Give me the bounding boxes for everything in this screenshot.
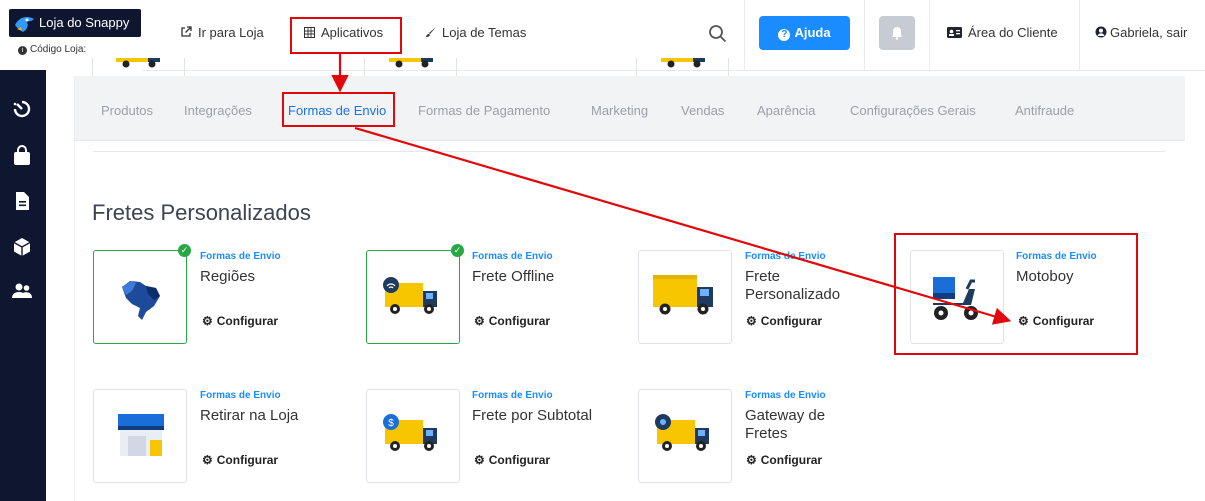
category-tabs: Produtos Integrações Formas de Envio For… bbox=[75, 76, 1185, 141]
highlight-box bbox=[894, 233, 1138, 355]
app-card-image[interactable]: $ bbox=[366, 389, 460, 483]
help-label: Ajuda bbox=[794, 25, 831, 40]
document-icon[interactable] bbox=[11, 190, 33, 212]
gear-icon: ⚙ bbox=[474, 314, 485, 328]
brush-icon bbox=[426, 27, 436, 37]
tab-produtos[interactable]: Produtos bbox=[101, 103, 153, 118]
storefront-icon bbox=[118, 414, 164, 456]
card-category: Formas de Envio bbox=[472, 390, 553, 401]
cube-icon[interactable] bbox=[11, 236, 33, 258]
notifications-button[interactable] bbox=[879, 16, 915, 50]
card-name: Regiões bbox=[200, 268, 256, 285]
card-name: Retirar na Loja bbox=[200, 407, 299, 424]
truck-icon bbox=[116, 58, 160, 68]
divider bbox=[93, 151, 1165, 152]
goto-store-link[interactable]: Ir para Loja bbox=[180, 25, 264, 40]
app-card-image[interactable] bbox=[638, 250, 732, 344]
enabled-check-icon: ✓ bbox=[451, 244, 464, 257]
gear-icon: ⚙ bbox=[474, 453, 485, 467]
gear-icon: ⚙ bbox=[202, 314, 213, 328]
tab-marketing[interactable]: Marketing bbox=[591, 103, 648, 118]
app-card-image[interactable] bbox=[366, 250, 460, 344]
card-category: Formas de Envio bbox=[200, 251, 281, 262]
tab-integracoes[interactable]: Integrações bbox=[184, 103, 252, 118]
user-label: Gabriela, sair bbox=[1110, 25, 1188, 40]
store-code: i Código Loja: bbox=[18, 44, 86, 55]
brand-name: Loja do Snappy bbox=[39, 15, 130, 30]
bell-icon bbox=[892, 27, 902, 40]
gear-icon: ⚙ bbox=[746, 314, 757, 328]
help-icon: ? bbox=[778, 29, 791, 41]
card-name: Gateway de Fretes bbox=[745, 407, 826, 442]
configure-button[interactable]: ⚙ Configurar bbox=[202, 453, 278, 467]
configure-button[interactable]: ⚙ Configurar bbox=[202, 314, 278, 328]
users-icon[interactable] bbox=[11, 280, 33, 302]
scrolled-content-edge bbox=[74, 58, 1184, 76]
search-icon[interactable] bbox=[708, 24, 727, 43]
help-button[interactable]: ? Ajuda bbox=[759, 16, 850, 50]
app-card-image[interactable] bbox=[93, 389, 187, 483]
external-link-icon bbox=[181, 26, 192, 37]
app-card-image[interactable] bbox=[638, 389, 732, 483]
configure-button[interactable]: ⚙ Configurar bbox=[746, 314, 822, 328]
configure-label: Configurar bbox=[760, 453, 823, 467]
tab-aparencia[interactable]: Aparência bbox=[757, 103, 816, 118]
goto-store-label: Ir para Loja bbox=[198, 25, 264, 40]
app-card-image[interactable] bbox=[93, 250, 187, 344]
theme-store-link[interactable]: Loja de Temas bbox=[425, 25, 526, 40]
tab-configuracoes-gerais[interactable]: Configurações Gerais bbox=[850, 103, 976, 118]
card-category: Formas de Envio bbox=[745, 390, 826, 401]
sidebar bbox=[0, 0, 46, 501]
theme-store-label: Loja de Temas bbox=[442, 25, 527, 40]
configure-label: Configurar bbox=[760, 314, 823, 328]
brazil-map-icon bbox=[122, 281, 160, 320]
client-area-link[interactable]: Área do Cliente bbox=[947, 25, 1058, 40]
configure-button[interactable]: ⚙ Configurar bbox=[474, 453, 550, 467]
tab-vendas[interactable]: Vendas bbox=[681, 103, 724, 118]
snappy-mascot-icon bbox=[15, 17, 34, 32]
brand-logo[interactable]: Loja do Snappy bbox=[9, 9, 141, 37]
card-category: Formas de Envio bbox=[745, 251, 826, 262]
dashboard-icon[interactable] bbox=[11, 98, 33, 120]
client-area-label: Área do Cliente bbox=[968, 25, 1058, 40]
truck-gear-icon bbox=[655, 414, 709, 451]
card-category: Formas de Envio bbox=[472, 251, 553, 262]
gear-icon: ⚙ bbox=[202, 453, 213, 467]
highlight-box bbox=[282, 92, 395, 127]
store-code-label: Código Loja: bbox=[30, 44, 87, 55]
card-name: Frete Offline bbox=[472, 268, 555, 285]
configure-button[interactable]: ⚙ Configurar bbox=[746, 453, 822, 467]
truck-icon bbox=[389, 58, 433, 68]
truck-icon bbox=[661, 58, 705, 68]
configure-label: Configurar bbox=[216, 314, 279, 328]
truck-dollar-icon: $ bbox=[383, 414, 437, 451]
configure-label: Configurar bbox=[488, 314, 551, 328]
card-category: Formas de Envio bbox=[200, 390, 281, 401]
truck-wifi-icon bbox=[383, 277, 437, 314]
configure-button[interactable]: ⚙ Configurar bbox=[474, 314, 550, 328]
truck-icon bbox=[653, 275, 713, 315]
shopping-bag-icon[interactable] bbox=[11, 145, 33, 167]
svg-text:$: $ bbox=[388, 418, 394, 429]
tab-antifraude[interactable]: Antifraude bbox=[1015, 103, 1074, 118]
user-logout-link[interactable]: Gabriela, sair bbox=[1095, 25, 1187, 40]
info-icon: i bbox=[18, 46, 27, 55]
id-card-icon bbox=[947, 27, 962, 38]
user-circle-icon bbox=[1095, 26, 1107, 38]
gear-icon: ⚙ bbox=[746, 453, 757, 467]
highlight-box bbox=[290, 17, 402, 54]
configure-label: Configurar bbox=[216, 453, 279, 467]
card-name: Frete Personalizado bbox=[745, 268, 841, 303]
enabled-check-icon: ✓ bbox=[178, 244, 191, 257]
card-name: Frete por Subtotal bbox=[472, 407, 593, 424]
configure-label: Configurar bbox=[488, 453, 551, 467]
tab-formas-de-pagamento[interactable]: Formas de Pagamento bbox=[418, 103, 550, 118]
section-title: Fretes Personalizados bbox=[92, 200, 311, 225]
